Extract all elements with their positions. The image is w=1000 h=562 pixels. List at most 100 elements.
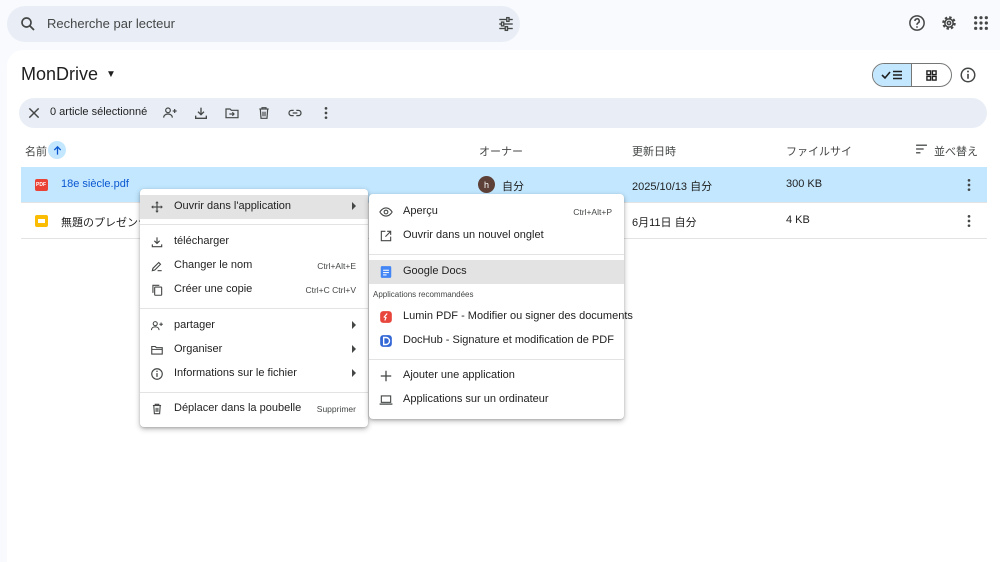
column-size[interactable]: ファイルサイ [786, 143, 852, 159]
menu-label: Ouvrir dans un nouvel onglet [403, 229, 544, 241]
open-with-submenu: Aperçu Ctrl+Alt+P Ouvrir dans un nouvel … [369, 194, 633, 419]
menu-label: Applications sur un ordinateur [403, 393, 549, 405]
menu-item-rename[interactable]: Changer le nom Ctrl+Alt+E [140, 254, 368, 278]
file-size: 4 KB [786, 214, 810, 226]
divider [140, 224, 368, 225]
avatar: h [478, 176, 495, 193]
divider [140, 308, 368, 309]
menu-item-file-info[interactable]: Informations sur le fichier [140, 362, 368, 386]
search-icon [21, 17, 35, 31]
close-icon[interactable] [26, 105, 42, 121]
top-icons [906, 12, 992, 34]
grid-view-button[interactable] [912, 64, 951, 86]
laptop-icon [379, 395, 393, 405]
submenu-item-add-app[interactable]: Ajouter une application [369, 364, 624, 388]
sort-button[interactable]: 並べ替え [934, 143, 978, 159]
help-icon[interactable] [906, 12, 928, 34]
file-size: 300 KB [786, 178, 823, 190]
lumin-pdf-icon [380, 311, 392, 323]
menu-label: Créer une copie [174, 283, 253, 295]
owner: 自分 [502, 181, 524, 193]
download-icon [151, 237, 163, 248]
check-list-icon [881, 70, 902, 80]
trash-icon[interactable] [256, 105, 272, 121]
chevron-right-icon [352, 321, 356, 329]
menu-label: Ajouter une application [403, 369, 515, 381]
trash-icon [152, 403, 162, 415]
divider [369, 254, 624, 255]
link-icon[interactable] [287, 105, 303, 121]
dochub-icon [380, 335, 392, 347]
menu-item-copy[interactable]: Créer une copie Ctrl+C Ctrl+V [140, 278, 368, 302]
menu-label: Ouvrir dans l'application [174, 200, 292, 212]
menu-label: partager [174, 319, 215, 331]
list-view-button[interactable] [873, 64, 913, 86]
view-toggle[interactable] [872, 63, 952, 87]
divider [369, 359, 624, 360]
drive-title-menu[interactable]: MonDrive ▼ [21, 64, 116, 85]
sort-lines-icon[interactable] [915, 143, 928, 155]
menu-label: Changer le nom [174, 259, 253, 271]
menu-item-share[interactable]: partager [140, 314, 368, 338]
menu-label: Lumin PDF - Modifier ou signer des docum… [403, 310, 633, 322]
file-name[interactable]: 18e siècle.pdf [61, 178, 129, 190]
menu-shortcut: Ctrl+Alt+E [317, 261, 356, 271]
context-menu: Ouvrir dans l'application télécharger Ch… [140, 189, 368, 427]
selection-toolbar: 0 article sélectionné [19, 98, 987, 128]
submenu-item-google-docs[interactable]: Google Docs [369, 260, 624, 284]
apps-grid-icon[interactable] [970, 12, 992, 34]
download-icon[interactable] [193, 105, 209, 121]
modified-date: 6月11日 自分 [632, 217, 697, 229]
search-options-icon[interactable] [497, 15, 515, 33]
selection-count: 0 article sélectionné [50, 106, 148, 118]
slides-file-icon [35, 215, 48, 227]
move-icon [151, 201, 163, 213]
share-person-icon[interactable] [162, 105, 178, 121]
menu-label: DocHub - Signature et modification de PD… [403, 334, 614, 346]
column-owner[interactable]: オーナー [479, 143, 523, 159]
column-modified[interactable]: 更新日時 [632, 143, 676, 159]
folder-icon [151, 345, 163, 355]
menu-label: Google Docs [403, 265, 467, 277]
pdf-file-icon: PDF [35, 179, 48, 191]
sort-arrow-up-icon[interactable] [48, 141, 66, 159]
menu-item-organize[interactable]: Organiser [140, 338, 368, 362]
submenu-item-lumin-pdf[interactable]: Lumin PDF - Modifier ou signer des docum… [369, 305, 633, 329]
menu-label: Informations sur le fichier [174, 367, 297, 379]
grid-icon [926, 69, 937, 81]
modified-date: 2025/10/13 自分 [632, 181, 713, 193]
chevron-right-icon [352, 202, 356, 210]
submenu-item-computer-apps[interactable]: Applications sur un ordinateur [369, 388, 624, 412]
google-docs-icon [380, 266, 392, 278]
search-bar[interactable]: Recherche par lecteur [7, 6, 520, 42]
submenu-item-new-tab[interactable]: Ouvrir dans un nouvel onglet [369, 224, 624, 248]
menu-label: Organiser [174, 343, 223, 355]
search-input[interactable]: Recherche par lecteur [47, 16, 175, 31]
menu-item-trash[interactable]: Déplacer dans la poubelle Supprimer [140, 397, 368, 421]
eye-icon [379, 207, 393, 217]
open-new-tab-icon [380, 230, 392, 242]
more-vert-icon[interactable] [961, 177, 977, 193]
rename-icon [151, 261, 162, 272]
more-vert-icon[interactable] [961, 213, 977, 229]
menu-item-open-with[interactable]: Ouvrir dans l'application [140, 195, 368, 219]
menu-item-download[interactable]: télécharger [140, 230, 368, 254]
plus-icon [380, 370, 392, 382]
menu-shortcut: Supprimer [316, 404, 356, 414]
info-icon[interactable] [959, 66, 977, 84]
drive-page: Recherche par lecteur MonDrive ▼ 0 artic… [0, 0, 1000, 562]
column-name[interactable]: 名前 [25, 143, 47, 159]
menu-shortcut: Ctrl+Alt+P [573, 207, 612, 217]
chevron-right-icon [352, 369, 356, 377]
settings-gear-icon[interactable] [938, 12, 960, 34]
menu-label: Aperçu [403, 205, 438, 217]
menu-label: télécharger [174, 235, 230, 247]
divider [140, 392, 368, 393]
more-vert-icon[interactable] [318, 105, 334, 121]
submenu-item-preview[interactable]: Aperçu Ctrl+Alt+P [369, 200, 624, 224]
menu-label: Déplacer dans la poubelle [174, 402, 302, 414]
copy-icon [152, 284, 163, 296]
file-name[interactable]: 無題のプレゼンテ [61, 214, 149, 230]
submenu-item-dochub[interactable]: DocHub - Signature et modification de PD… [369, 329, 624, 353]
move-to-folder-icon[interactable] [224, 105, 240, 121]
